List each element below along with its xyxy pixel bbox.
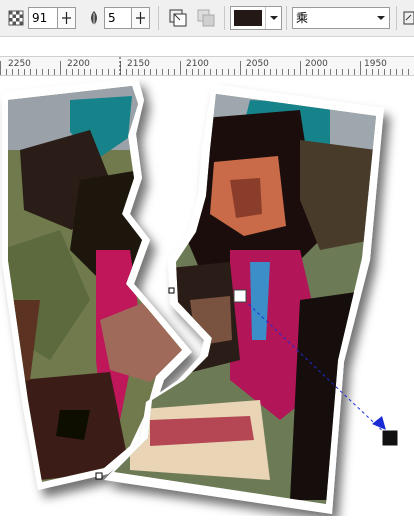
freeze-icon[interactable] xyxy=(168,8,188,28)
merge-mode-value: 乘 xyxy=(296,11,309,25)
feather-input[interactable]: 5 xyxy=(104,7,132,29)
ruler-label: 1950 xyxy=(364,59,387,69)
node-handle[interactable] xyxy=(168,287,175,294)
transparency-input[interactable]: 91 xyxy=(28,7,58,29)
feather-icon xyxy=(84,8,104,28)
ruler-label: 2250 xyxy=(8,59,31,69)
ruler-label: 2050 xyxy=(246,59,269,69)
transparency-slider-button[interactable] xyxy=(58,7,76,29)
torn-photo-illustration[interactable] xyxy=(0,76,414,516)
chevron-down-icon xyxy=(373,8,389,28)
property-bar: 91 5 乘 xyxy=(0,0,414,37)
toolbar-separator xyxy=(224,6,225,30)
transparency-start-handle[interactable] xyxy=(233,289,247,303)
transparency-slider-arrow[interactable] xyxy=(372,416,386,430)
transparency-icon xyxy=(6,8,26,28)
color-swatch-icon xyxy=(234,10,262,26)
ruler-label: 2200 xyxy=(67,59,90,69)
chevron-down-icon xyxy=(267,7,281,29)
node-handle[interactable] xyxy=(95,472,103,480)
feather-slider-button[interactable] xyxy=(132,7,150,29)
horizontal-ruler[interactable]: 2250 2200 2150 2100 2050 2000 1950 xyxy=(0,56,414,76)
copy-properties-icon[interactable] xyxy=(196,8,216,28)
drawing-canvas[interactable] xyxy=(0,76,414,516)
transparency-end-handle[interactable] xyxy=(381,429,399,447)
ruler-label: 2100 xyxy=(186,59,209,69)
toolbar-separator xyxy=(286,6,287,30)
merge-mode-dropdown[interactable]: 乘 xyxy=(292,7,390,29)
toolbar-separator xyxy=(158,6,159,30)
color-swatch-picker[interactable] xyxy=(230,6,282,30)
ruler-label: 2000 xyxy=(305,59,328,69)
toolbar-separator xyxy=(396,6,397,30)
edit-icon[interactable] xyxy=(402,8,414,28)
ruler-label: 2150 xyxy=(127,59,150,69)
